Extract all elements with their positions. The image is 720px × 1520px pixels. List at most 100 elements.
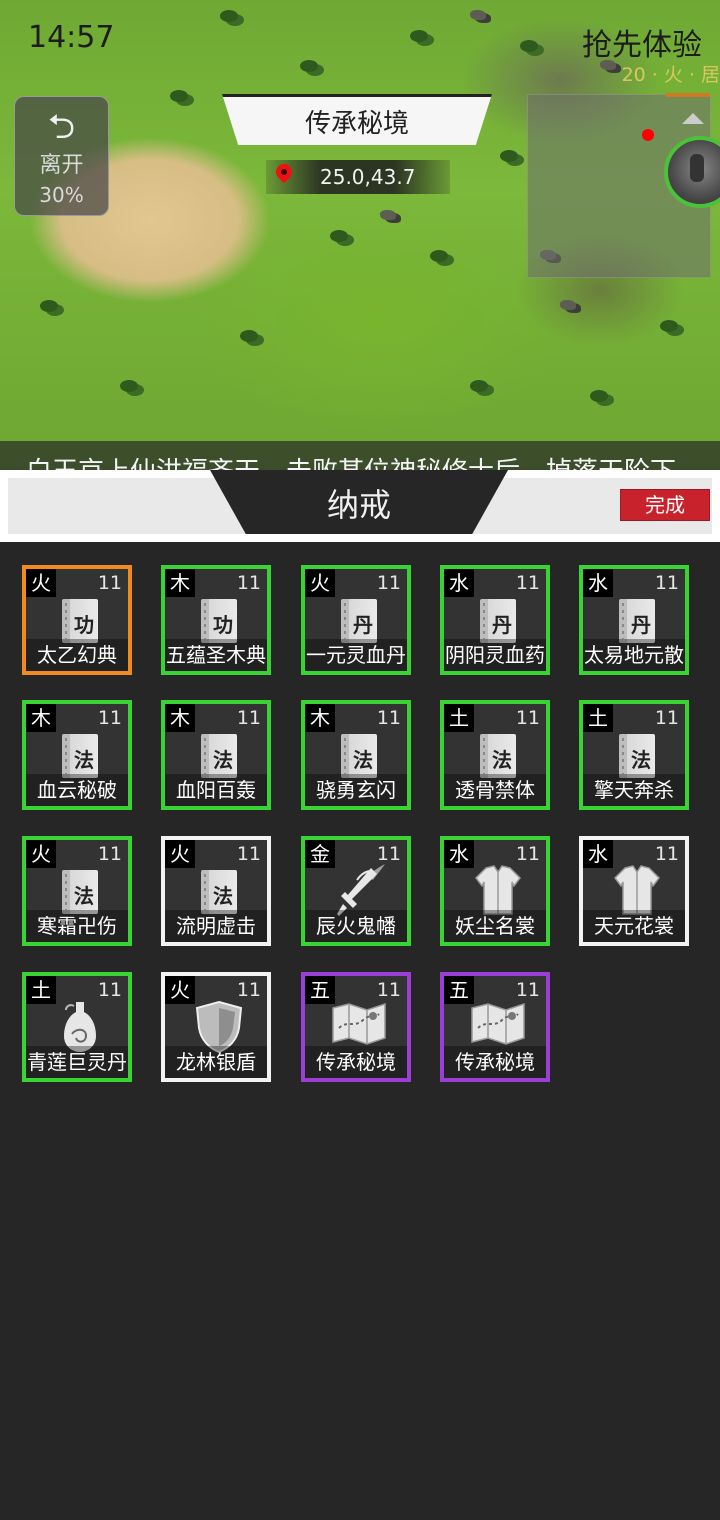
- shield-icon: [191, 998, 243, 1054]
- gourd-icon: [52, 998, 98, 1052]
- item-name: 骁勇玄闪: [305, 774, 407, 806]
- item-element-badge: 火: [26, 569, 56, 597]
- inventory-item[interactable]: 火 11 法寒霜卍伤: [22, 836, 132, 946]
- item-element-badge: 火: [305, 569, 335, 597]
- inventory-item[interactable]: 土 11 法擎天奔杀: [579, 700, 689, 810]
- tree-icon: [430, 250, 448, 262]
- tree-icon: [120, 380, 138, 392]
- book-fa-icon: 法: [480, 734, 516, 778]
- minimap-accent-bar: [666, 93, 710, 97]
- inventory-item[interactable]: 水 11 丹太易地元散: [579, 565, 689, 675]
- item-level: 11: [654, 572, 679, 594]
- inventory-item[interactable]: 火 11 丹一元灵血丹: [301, 565, 411, 675]
- item-name: 血阳百轰: [165, 774, 267, 806]
- inventory-item[interactable]: 土 11 法透骨禁体: [440, 700, 550, 810]
- inventory-item[interactable]: 木 11 法血云秘破: [22, 700, 132, 810]
- item-element-badge: 水: [444, 569, 474, 597]
- inventory-item[interactable]: 水 11 丹阴阳灵血药: [440, 565, 550, 675]
- robe-icon: [609, 862, 660, 915]
- item-level: 11: [654, 707, 679, 729]
- bag-title-tab: 纳戒: [210, 470, 508, 534]
- item-name: 龙林银盾: [165, 1046, 267, 1078]
- item-level: 11: [97, 707, 122, 729]
- item-name: 五蕴圣木典: [165, 639, 267, 671]
- tree-icon: [410, 30, 428, 42]
- robe-icon: [470, 862, 521, 915]
- book-glyph: 法: [631, 748, 651, 772]
- event-subtitle: 20 · 火 · 居: [621, 64, 720, 86]
- item-level: 11: [376, 572, 401, 594]
- book-dan-icon: 丹: [480, 599, 516, 643]
- item-element-badge: 水: [583, 569, 613, 597]
- book-fa-icon: 法: [201, 870, 237, 914]
- book-glyph: 法: [213, 884, 233, 908]
- item-level: 11: [236, 707, 261, 729]
- location-name: 传承秘境: [304, 109, 409, 139]
- book-fa-icon: 法: [341, 734, 377, 778]
- book-gong-icon: 功: [62, 599, 98, 643]
- inventory-item[interactable]: 水 11 天元花裳: [579, 836, 689, 946]
- item-name: 擎天奔杀: [583, 774, 685, 806]
- item-level: 11: [97, 843, 122, 865]
- tree-icon: [220, 10, 238, 22]
- book-glyph: 法: [213, 748, 233, 772]
- book-fa-icon: 法: [619, 734, 655, 778]
- inventory-item[interactable]: 木 11 法血阳百轰: [161, 700, 271, 810]
- rock-icon: [470, 10, 486, 20]
- item-name: 传承秘境: [305, 1046, 407, 1078]
- book-glyph: 丹: [353, 613, 373, 637]
- item-level: 11: [515, 707, 540, 729]
- inventory-item[interactable]: 火 11 龙林银盾: [161, 972, 271, 1082]
- item-name: 透骨禁体: [444, 774, 546, 806]
- tree-icon: [520, 40, 538, 52]
- map-scroll-icon: [329, 998, 386, 1046]
- rock-icon: [380, 210, 396, 220]
- inventory-item[interactable]: 水 11 妖尘名裳: [440, 836, 550, 946]
- inventory-item[interactable]: 金 11 辰火鬼幡: [301, 836, 411, 946]
- tree-icon: [470, 380, 488, 392]
- item-name: 流明虚击: [165, 910, 267, 942]
- leave-button[interactable]: ⮌ 离开 30%: [14, 96, 109, 216]
- inventory-item[interactable]: 木 11 法骁勇玄闪: [301, 700, 411, 810]
- tree-icon: [300, 60, 318, 72]
- status-time: 14:57: [28, 20, 115, 55]
- book-glyph: 功: [74, 613, 94, 637]
- item-name: 太易地元散: [583, 639, 685, 671]
- rock-icon: [560, 300, 576, 310]
- return-arrow-icon: ⮌: [47, 107, 76, 147]
- sword-icon: [331, 862, 385, 916]
- leave-label: 离开: [39, 153, 84, 178]
- item-name: 一元灵血丹: [305, 639, 407, 671]
- event-title[interactable]: 抢先体验: [582, 20, 702, 64]
- inventory-item[interactable]: 火 11 功太乙幻典: [22, 565, 132, 675]
- book-glyph: 功: [213, 613, 233, 637]
- coordinate-text: 25.0,43.7: [320, 165, 416, 189]
- item-name: 青莲巨灵丹: [26, 1046, 128, 1078]
- inventory-item[interactable]: 土 11 青莲巨灵丹: [22, 972, 132, 1082]
- done-button[interactable]: 完成: [620, 489, 710, 521]
- inventory-item[interactable]: 五 11 传承秘境: [440, 972, 550, 1082]
- inventory-item[interactable]: 五 11 传承秘境: [301, 972, 411, 1082]
- tree-icon: [240, 330, 258, 342]
- book-glyph: 丹: [631, 613, 651, 637]
- location-banner: 传承秘境: [222, 94, 492, 145]
- item-level: 11: [515, 572, 540, 594]
- item-name: 妖尘名裳: [444, 910, 546, 942]
- location-pin-icon: [272, 160, 296, 184]
- collapse-up-icon[interactable]: [682, 113, 704, 124]
- item-element-badge: 木: [165, 569, 195, 597]
- book-glyph: 法: [74, 748, 94, 772]
- item-element-badge: 木: [305, 704, 335, 732]
- bag-title: 纳戒: [326, 486, 391, 524]
- book-glyph: 法: [492, 748, 512, 772]
- inventory-item[interactable]: 木 11 功五蕴圣木典: [161, 565, 271, 675]
- book-fa-icon: 法: [201, 734, 237, 778]
- inventory-item[interactable]: 火 11 法流明虚击: [161, 836, 271, 946]
- book-glyph: 丹: [492, 613, 512, 637]
- book-fa-icon: 法: [62, 734, 98, 778]
- tree-icon: [500, 150, 518, 162]
- leave-percent: 30%: [39, 183, 84, 207]
- item-element-badge: 火: [26, 840, 56, 868]
- item-name: 传承秘境: [444, 1046, 546, 1078]
- coordinate-readout: 25.0,43.7: [266, 160, 450, 194]
